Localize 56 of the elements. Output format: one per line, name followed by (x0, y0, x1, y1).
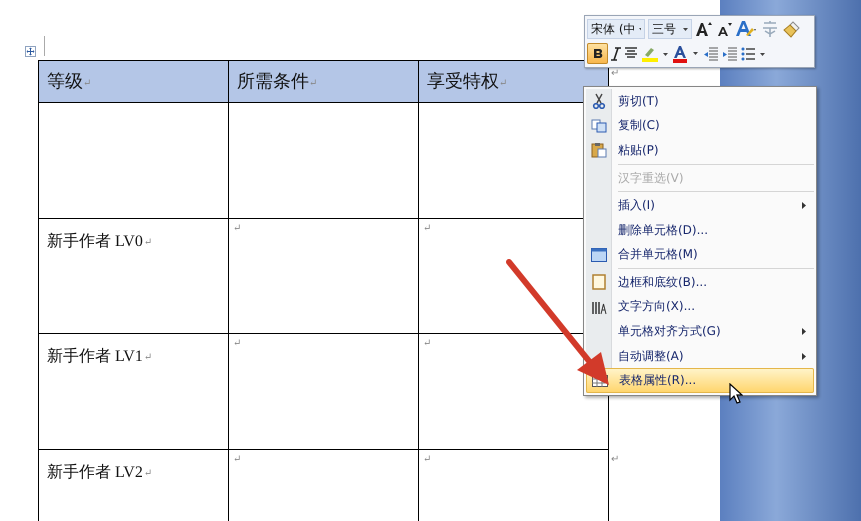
menu-item[interactable]: 自动调整(A) (586, 344, 814, 368)
page-border-icon (592, 274, 606, 290)
paragraph-mark: ↵ (611, 454, 620, 466)
clipboard-icon (591, 142, 607, 158)
submenu-arrow-icon (802, 202, 806, 210)
bold-button[interactable] (587, 43, 608, 64)
menu-item[interactable]: 合并单元格(M) (586, 242, 814, 268)
menu-item[interactable]: 剪切(T) (586, 89, 814, 114)
bold-icon (592, 48, 602, 60)
table-move-handle-icon[interactable] (25, 46, 36, 57)
cell-text: 新手作者 LV1 (47, 346, 143, 368)
shrink-font-icon[interactable] (716, 21, 732, 38)
paragraph-mark: ↵ (611, 68, 620, 80)
menu-item[interactable]: 边框和底纹(B)... (586, 270, 814, 295)
scissors-icon (592, 93, 606, 110)
increase-indent-icon[interactable] (722, 46, 738, 61)
size-dropdown[interactable]: 三号 (648, 19, 692, 40)
paragraph-mark: ↵ (83, 78, 92, 89)
menu-item[interactable]: 单元格对齐方式(G) (586, 319, 814, 344)
submenu-arrow-icon (802, 328, 806, 336)
cell-text: 新手作者 LV0 (47, 232, 143, 252)
merge-cells-icon (591, 248, 607, 262)
center-align-icon[interactable] (624, 47, 638, 60)
menu-item[interactable]: 复制(C) (586, 114, 814, 138)
paragraph-mark: ↵ (423, 222, 432, 234)
italic-icon[interactable] (611, 46, 621, 61)
bullet-list-icon[interactable] (741, 46, 767, 61)
paragraph-mark: ↵ (144, 352, 152, 364)
submenu-arrow-icon (802, 352, 806, 360)
paragraph-mark: ↵ (423, 454, 432, 466)
dropdown-arrow-icon (638, 28, 641, 31)
font-dropdown[interactable]: 宋体 (中 (587, 19, 645, 40)
copy-icon (591, 118, 607, 133)
cell-text: 新手作者 LV2 (47, 462, 143, 484)
paragraph-mark: ↵ (233, 222, 242, 234)
grow-font-icon[interactable] (695, 21, 713, 38)
menu-item[interactable]: 粘贴(P) (586, 138, 814, 163)
paragraph-mark: ↵ (309, 78, 318, 89)
menu-item[interactable]: 插入(I) (586, 193, 814, 218)
paragraph-mark: ↵ (233, 338, 242, 350)
decrease-indent-icon[interactable] (703, 46, 719, 61)
dropdown-arrow-icon (683, 28, 688, 31)
cell-text: 等级 (46, 71, 83, 91)
paragraph-mark: ↵ (144, 468, 152, 480)
font-color-icon[interactable] (672, 44, 700, 63)
menu-item[interactable]: 文字方向(X)... (586, 294, 814, 320)
paragraph-mark: ↵ (233, 454, 242, 466)
menu-item[interactable]: 删除单元格(D)... (586, 218, 814, 242)
paragraph-mark: ↵ (144, 236, 152, 248)
cell-text: 享受特权 (426, 71, 499, 91)
paragraph-mark: ↵ (499, 78, 508, 89)
cell-text: 所需条件 (236, 71, 309, 91)
menu-item[interactable]: 表格属性(R)... (586, 368, 814, 393)
paragraph-mark: ↵ (423, 338, 432, 350)
format-painter-icon[interactable] (783, 20, 801, 38)
text-style-icon[interactable] (735, 20, 757, 38)
